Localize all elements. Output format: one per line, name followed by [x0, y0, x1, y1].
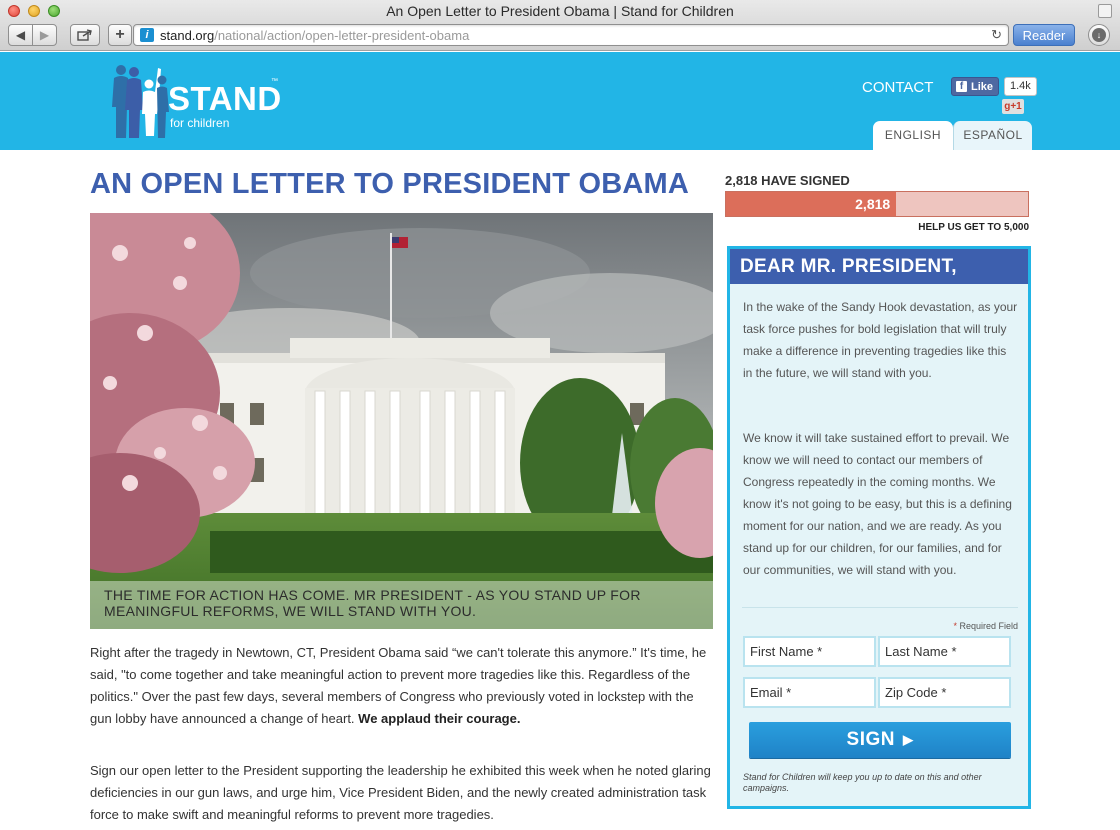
- add-tab-icon: +: [115, 26, 125, 43]
- add-button[interactable]: +: [108, 24, 132, 46]
- browser-toolbar: An Open Letter to President Obama | Stan…: [0, 0, 1120, 51]
- share-button[interactable]: [70, 24, 100, 46]
- letter-paragraph-1: In the wake of the Sandy Hook devastatio…: [743, 300, 1018, 380]
- downloads-button[interactable]: ↓: [1088, 24, 1110, 46]
- chevron-right-icon: ▶: [902, 732, 914, 747]
- form-divider: [742, 607, 1018, 608]
- intro-paragraph: Right after the tragedy in Newtown, CT, …: [90, 642, 713, 730]
- last-name-field[interactable]: Last Name *: [878, 636, 1011, 667]
- site-favicon-icon: i: [140, 28, 154, 42]
- signature-progress-fill: 2,818: [726, 192, 897, 216]
- first-name-field[interactable]: First Name *: [743, 636, 876, 667]
- downloads-icon: ↓: [1092, 28, 1106, 42]
- share-icon: [77, 29, 92, 41]
- letter-paragraph-2: We know it will take sustained effort to…: [743, 431, 1012, 577]
- logo-trademark: ™: [271, 78, 278, 85]
- window-title: An Open Letter to President Obama | Stan…: [386, 3, 734, 19]
- google-plus-icon[interactable]: g+1: [1002, 99, 1024, 114]
- facebook-like-label: Like: [971, 80, 994, 93]
- tab-espanol[interactable]: ESPAÑOL: [953, 121, 1032, 150]
- signature-progress-value: 2,818: [855, 196, 891, 212]
- logo-subtitle: for children: [170, 116, 230, 130]
- logo-wordmark: STAND: [168, 80, 282, 117]
- required-field-note: * Required Field: [742, 621, 1018, 631]
- page-title: AN OPEN LETTER TO PRESIDENT OBAMA: [90, 168, 689, 200]
- call-to-action-paragraph: Sign our open letter to the President su…: [90, 763, 711, 822]
- address-bar[interactable]: i stand.org/national/action/open-letter-…: [133, 24, 1009, 46]
- facebook-like-count: 1.4k: [1004, 77, 1037, 96]
- hero-caption: THE TIME FOR ACTION HAS COME. MR PRESIDE…: [90, 581, 713, 629]
- url-host: stand.org: [160, 28, 215, 43]
- intro-bold-text: We applaud their courage.: [358, 711, 521, 726]
- back-button[interactable]: ◀: [8, 24, 33, 46]
- white-house-image: [90, 213, 713, 629]
- letter-heading: DEAR MR. PRESIDENT,: [730, 249, 1028, 284]
- site-logo[interactable]: STAND ™ for children: [110, 62, 290, 142]
- reload-icon[interactable]: ↻: [991, 27, 1002, 43]
- required-label: Required Field: [956, 621, 1018, 631]
- logo-figures-icon: [112, 65, 169, 138]
- form-disclaimer: Stand for Children will keep you up to d…: [743, 772, 982, 793]
- reader-button[interactable]: Reader: [1013, 24, 1075, 46]
- signature-progress-bar: 2,818: [725, 191, 1029, 217]
- back-arrow-icon: ◀: [15, 28, 26, 42]
- hero-image: THE TIME FOR ACTION HAS COME. MR PRESIDE…: [90, 213, 713, 629]
- tab-english[interactable]: ENGLISH: [873, 121, 953, 150]
- sign-button-label: SIGN: [846, 729, 895, 750]
- facebook-like-button[interactable]: f Like: [951, 77, 999, 96]
- petition-form: DEAR MR. PRESIDENT, In the wake of the S…: [727, 246, 1031, 809]
- sign-button[interactable]: SIGN ▶: [749, 722, 1011, 758]
- contact-link[interactable]: CONTACT: [862, 79, 933, 96]
- url-text[interactable]: stand.org/national/action/open-letter-pr…: [160, 28, 469, 43]
- forward-arrow-icon: ▶: [39, 28, 50, 42]
- signature-goal: HELP US GET TO 5,000: [918, 222, 1029, 233]
- signature-count-label: 2,818 HAVE SIGNED: [725, 173, 850, 188]
- zip-code-field[interactable]: Zip Code *: [878, 677, 1011, 708]
- fullscreen-button[interactable]: [1098, 4, 1112, 18]
- url-path: /national/action/open-letter-president-o…: [214, 28, 470, 43]
- email-field[interactable]: Email *: [743, 677, 876, 708]
- forward-button[interactable]: ▶: [32, 24, 57, 46]
- facebook-icon: f: [956, 81, 967, 92]
